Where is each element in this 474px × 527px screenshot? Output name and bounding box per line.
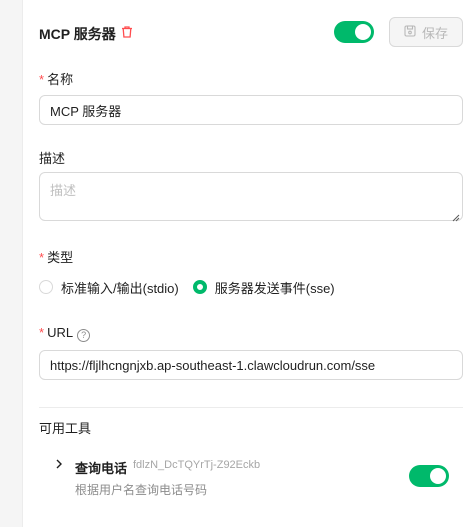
resize-handle-icon[interactable] [452, 210, 460, 222]
panel-header: MCP 服务器 保存 [23, 0, 474, 64]
radio-option-stdio[interactable]: 标准输入/输出(stdio) [39, 278, 179, 297]
delete-icon[interactable] [120, 25, 134, 39]
required-mark: * [39, 72, 45, 87]
type-radio-group: 标准输入/输出(stdio) 服务器发送事件(sse) [39, 277, 349, 297]
url-label: * URL? [39, 325, 91, 342]
tool-enabled-toggle[interactable] [409, 465, 449, 487]
toggle-knob [355, 24, 371, 40]
toggle-knob [430, 468, 446, 484]
server-enabled-toggle[interactable] [334, 21, 374, 43]
tool-description: 根据用户名查询电话号码 [75, 483, 208, 497]
chevron-right-icon[interactable] [55, 458, 63, 472]
description-textarea[interactable]: 描述 [39, 172, 463, 222]
required-mark: * [39, 325, 45, 340]
save-label: 保存 [421, 25, 448, 41]
radio-button-checked[interactable] [192, 280, 207, 294]
url-input-value: https://fljlhcngnjxb.ap-southeast-1.claw… [50, 357, 376, 373]
tool-name[interactable]: 查询电话 [75, 458, 127, 477]
divider [39, 407, 463, 408]
radio-option-sse[interactable]: 服务器发送事件(sse) [192, 278, 335, 297]
server-title: MCP 服务器 [39, 26, 116, 42]
mcp-server-panel: MCP 服务器 保存 * 名称 MCP 服务器 描述 描述 * 类型 标准输入/… [22, 0, 474, 527]
type-label: * 类型 [39, 250, 74, 265]
name-input-value: MCP 服务器 [50, 103, 122, 119]
radio-option-label: 服务器发送事件(sse) [214, 280, 335, 296]
url-input[interactable]: https://fljlhcngnjxb.ap-southeast-1.claw… [39, 350, 463, 380]
description-placeholder: 描述 [50, 183, 77, 198]
required-mark: * [39, 250, 45, 265]
name-input[interactable]: MCP 服务器 [39, 95, 463, 125]
radio-button[interactable] [39, 280, 53, 294]
tool-id: fdlzN_DcTQYrTj-Z92Eckb [133, 459, 261, 471]
name-label: * 名称 [39, 72, 74, 87]
description-label: 描述 [39, 151, 66, 166]
radio-option-label: 标准输入/输出(stdio) [61, 280, 179, 296]
available-tools-title: 可用工具 [39, 421, 92, 436]
save-button[interactable]: 保存 [389, 17, 463, 47]
help-icon[interactable]: ? [77, 329, 91, 342]
save-icon [404, 24, 416, 40]
